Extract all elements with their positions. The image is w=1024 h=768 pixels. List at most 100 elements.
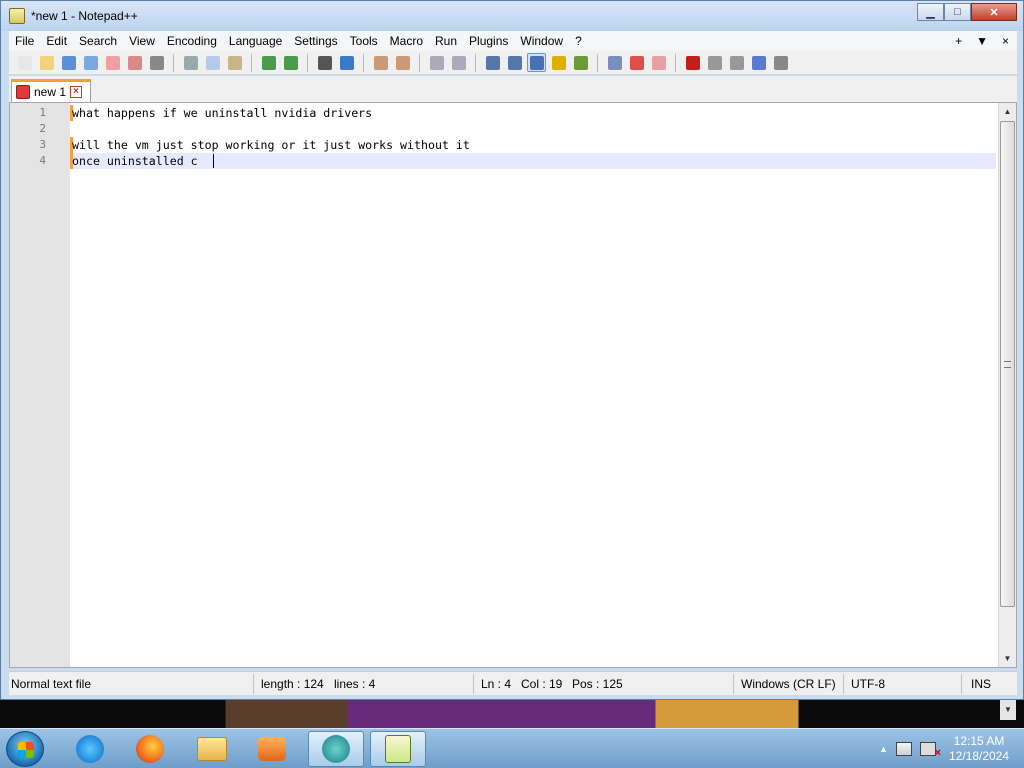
windows-logo-icon bbox=[18, 742, 34, 758]
menu-window[interactable]: Window bbox=[514, 31, 569, 51]
folder-workspace-icon bbox=[629, 55, 644, 70]
sync-horizontal-button[interactable] bbox=[449, 53, 468, 72]
start-button[interactable] bbox=[6, 731, 44, 767]
action-center-icon[interactable] bbox=[896, 742, 912, 756]
menu-edit[interactable]: Edit bbox=[40, 31, 73, 51]
taskbar-media-player[interactable] bbox=[244, 731, 300, 767]
notepadpp-app-icon[interactable] bbox=[9, 8, 25, 24]
menu-plugins[interactable]: Plugins bbox=[463, 31, 514, 51]
redo-button[interactable] bbox=[281, 53, 300, 72]
save-macro-button[interactable] bbox=[771, 53, 790, 72]
word-wrap-button[interactable] bbox=[483, 53, 502, 72]
volume-muted-icon[interactable] bbox=[920, 742, 941, 759]
replace-button[interactable] bbox=[337, 53, 356, 72]
cut-button[interactable] bbox=[181, 53, 200, 72]
zoom-in-icon bbox=[373, 55, 388, 70]
status-file-type: Normal text file bbox=[11, 677, 92, 691]
taskbar-teamviewer[interactable] bbox=[308, 731, 364, 767]
maximize-button[interactable]: □ bbox=[944, 3, 971, 21]
taskbar-explorer[interactable] bbox=[184, 731, 240, 767]
close-button[interactable] bbox=[103, 53, 122, 72]
new-file-button[interactable] bbox=[15, 53, 34, 72]
zoom-out-button[interactable] bbox=[393, 53, 412, 72]
save-button[interactable] bbox=[59, 53, 78, 72]
show-all-chars-button[interactable] bbox=[505, 53, 524, 72]
monitoring-button[interactable] bbox=[649, 53, 668, 72]
folder-workspace-button[interactable] bbox=[627, 53, 646, 72]
redo-icon bbox=[283, 55, 298, 70]
undo-button[interactable] bbox=[259, 53, 278, 72]
text-line[interactable]: will the vm just stop working or it just… bbox=[72, 137, 470, 153]
taskbar-firefox[interactable] bbox=[122, 731, 178, 767]
language-button[interactable] bbox=[549, 53, 568, 72]
menu-encoding[interactable]: Encoding bbox=[161, 31, 223, 51]
menu-run[interactable]: Run bbox=[429, 31, 463, 51]
new-tab-button[interactable]: + bbox=[955, 31, 962, 51]
close-window-button[interactable]: ✕ bbox=[971, 3, 1017, 21]
save-all-button[interactable] bbox=[81, 53, 100, 72]
print-icon bbox=[149, 55, 164, 70]
menu-language[interactable]: Language bbox=[223, 31, 288, 51]
window-title: *new 1 - Notepad++ bbox=[31, 9, 138, 23]
taskbar-notepadpp[interactable] bbox=[370, 731, 426, 767]
menu-settings[interactable]: Settings bbox=[288, 31, 343, 51]
playback-macro-button[interactable] bbox=[727, 53, 746, 72]
scroll-down-icon[interactable]: ▼ bbox=[999, 650, 1016, 667]
save-icon bbox=[61, 55, 76, 70]
title-bar[interactable]: *new 1 - Notepad++ ▁ □ ✕ bbox=[1, 1, 1023, 31]
minimize-button[interactable]: ▁ bbox=[917, 3, 944, 21]
text-area[interactable]: what happens if we uninstall nvidia driv… bbox=[70, 103, 998, 667]
stop-recording-button[interactable] bbox=[705, 53, 724, 72]
print-button[interactable] bbox=[147, 53, 166, 72]
toolbar-separator bbox=[597, 53, 598, 72]
open-file-button[interactable] bbox=[37, 53, 56, 72]
scroll-thumb[interactable] bbox=[1000, 121, 1015, 607]
menu-tools[interactable]: Tools bbox=[344, 31, 384, 51]
text-line[interactable]: what happens if we uninstall nvidia driv… bbox=[72, 105, 372, 121]
toolbar-separator bbox=[251, 53, 252, 72]
new-file-icon bbox=[17, 55, 32, 70]
editor[interactable]: 1 2 3 4 what happens if we uninstall nvi… bbox=[9, 102, 1017, 668]
document-map-button[interactable] bbox=[571, 53, 590, 72]
close-doc-button[interactable]: × bbox=[1002, 31, 1009, 51]
paste-button[interactable] bbox=[225, 53, 244, 72]
menu-macro[interactable]: Macro bbox=[384, 31, 429, 51]
run-macro-multiple-button[interactable] bbox=[749, 53, 768, 72]
tab-label: new 1 bbox=[34, 85, 67, 99]
close-all-icon bbox=[127, 55, 142, 70]
menu-view[interactable]: View bbox=[123, 31, 161, 51]
tab-close-icon[interactable]: × bbox=[70, 86, 83, 98]
find-button[interactable] bbox=[315, 53, 334, 72]
menu-search[interactable]: Search bbox=[73, 31, 123, 51]
close-all-button[interactable] bbox=[125, 53, 144, 72]
status-divider bbox=[253, 674, 254, 694]
text-caret bbox=[213, 154, 214, 168]
toolbar-separator bbox=[475, 53, 476, 72]
status-mode: INS bbox=[971, 677, 992, 691]
record-macro-button[interactable] bbox=[683, 53, 702, 72]
menu-file[interactable]: File bbox=[9, 31, 40, 51]
tab-list-button[interactable]: ▼ bbox=[976, 31, 988, 51]
firefox-icon bbox=[136, 735, 164, 763]
monitoring-icon bbox=[651, 55, 666, 70]
open-file-icon bbox=[39, 55, 54, 70]
taskbar-internet-explorer[interactable] bbox=[62, 731, 118, 767]
indent-guide-button[interactable] bbox=[527, 53, 546, 72]
menu-help[interactable]: ? bbox=[569, 31, 588, 51]
clock-date: 12/18/2024 bbox=[948, 749, 1010, 763]
tab-new-1[interactable]: new 1 × bbox=[11, 79, 91, 102]
sync-vertical-button[interactable] bbox=[427, 53, 446, 72]
scroll-down-icon[interactable]: ▼ bbox=[1000, 700, 1016, 720]
scroll-up-icon[interactable]: ▲ bbox=[999, 103, 1016, 120]
text-line[interactable]: once uninstalled c bbox=[72, 153, 198, 169]
function-list-button[interactable] bbox=[605, 53, 624, 72]
status-bar: Normal text file length : 124 lines : 4 … bbox=[9, 671, 1017, 695]
show-hidden-icons-icon[interactable]: ▲ bbox=[879, 744, 888, 754]
vertical-scrollbar[interactable]: ▲ ▼ bbox=[998, 103, 1016, 667]
undo-icon bbox=[261, 55, 276, 70]
copy-button[interactable] bbox=[203, 53, 222, 72]
status-divider bbox=[733, 674, 734, 694]
clock[interactable]: 12:15 AM 12/18/2024 bbox=[944, 734, 1014, 764]
show-all-chars-icon bbox=[507, 55, 522, 70]
zoom-in-button[interactable] bbox=[371, 53, 390, 72]
